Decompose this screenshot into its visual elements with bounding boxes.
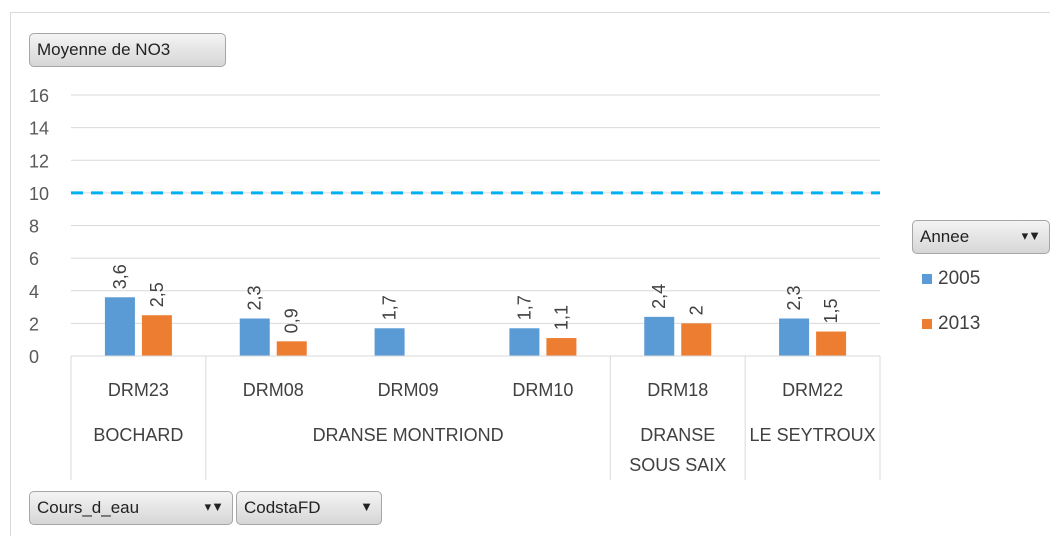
y-tick-label: 0 (29, 347, 39, 367)
bar-2013-DRM22 (816, 331, 847, 356)
data-label: 2,3 (245, 285, 265, 310)
y-tick-label: 16 (29, 86, 49, 106)
y-tick-label: 8 (29, 217, 39, 237)
data-label: 3,6 (110, 264, 130, 289)
data-label: 2,4 (649, 284, 669, 309)
legend-swatch-2005 (922, 274, 932, 284)
y-tick-label: 2 (29, 314, 39, 334)
bar-2013-DRM23 (141, 315, 172, 356)
data-label: 1,7 (380, 295, 400, 320)
river-label: DRANSE (640, 425, 715, 445)
y-tick-label: 4 (29, 282, 39, 302)
station-label: DRM10 (512, 380, 573, 400)
station-label: DRM08 (243, 380, 304, 400)
station-label: DRM22 (782, 380, 843, 400)
bar-2005-DRM10 (509, 328, 540, 356)
bar-2005-DRM23 (104, 297, 135, 356)
bar-2013-DRM08 (276, 341, 307, 356)
river-label: LE SEYTROUX (750, 425, 876, 445)
river-label: BOCHARD (93, 425, 183, 445)
bar-2013-DRM10 (546, 338, 577, 356)
y-tick-label: 14 (29, 119, 49, 139)
station-label: DRM18 (647, 380, 708, 400)
data-label: 2 (686, 305, 706, 315)
annee-filter-button[interactable]: Annee ▾▼ (912, 220, 1050, 254)
data-label: 0,9 (282, 308, 302, 333)
river-label: SOUS SAIX (629, 455, 726, 475)
y-tick-label: 10 (29, 184, 49, 204)
y-tick-label: 6 (29, 249, 39, 269)
bar-2005-DRM18 (644, 316, 675, 356)
data-label: 1,5 (821, 299, 841, 324)
codstafd-field-button[interactable]: CodstaFD ▼ (236, 491, 382, 525)
station-label: DRM09 (378, 380, 439, 400)
cours-d-eau-label: Cours_d_eau (37, 498, 140, 517)
river-label: DRANSE MONTRIOND (313, 425, 504, 445)
data-label: 2,5 (147, 282, 167, 307)
legend-item-2013: 2013 (922, 313, 980, 335)
legend-swatch-2013 (922, 319, 932, 329)
bar-2005-DRM22 (779, 318, 810, 356)
data-label: 1,1 (551, 305, 571, 330)
cours-d-eau-filter-button[interactable]: Cours_d_eau ▾▼ (29, 491, 233, 525)
y-tick-label: 12 (29, 151, 49, 171)
legend-label-2005: 2005 (938, 268, 981, 289)
filter-icon[interactable]: ▾▼ (205, 499, 224, 515)
legend-item-2005: 2005 (922, 268, 980, 290)
bar-2005-DRM08 (239, 318, 270, 356)
annee-field-label: Annee (920, 227, 970, 246)
data-label: 2,3 (784, 285, 804, 310)
bar-2013-DRM18 (681, 323, 712, 356)
chevron-down-icon[interactable]: ▼ (360, 499, 373, 514)
legend-label-2013: 2013 (938, 313, 981, 334)
codstafd-label: CodstaFD (244, 498, 321, 517)
filter-icon[interactable]: ▾▼ (1022, 228, 1041, 244)
data-label: 1,7 (514, 295, 534, 320)
bar-2005-DRM09 (374, 328, 405, 356)
bar-chart: 0 2 4 6 8 10 12 14 16 3,6 2,5 2,3 0,9 1,7 1,7 1,1 2,4 2 2,… (29, 86, 881, 480)
station-label: DRM23 (108, 380, 169, 400)
